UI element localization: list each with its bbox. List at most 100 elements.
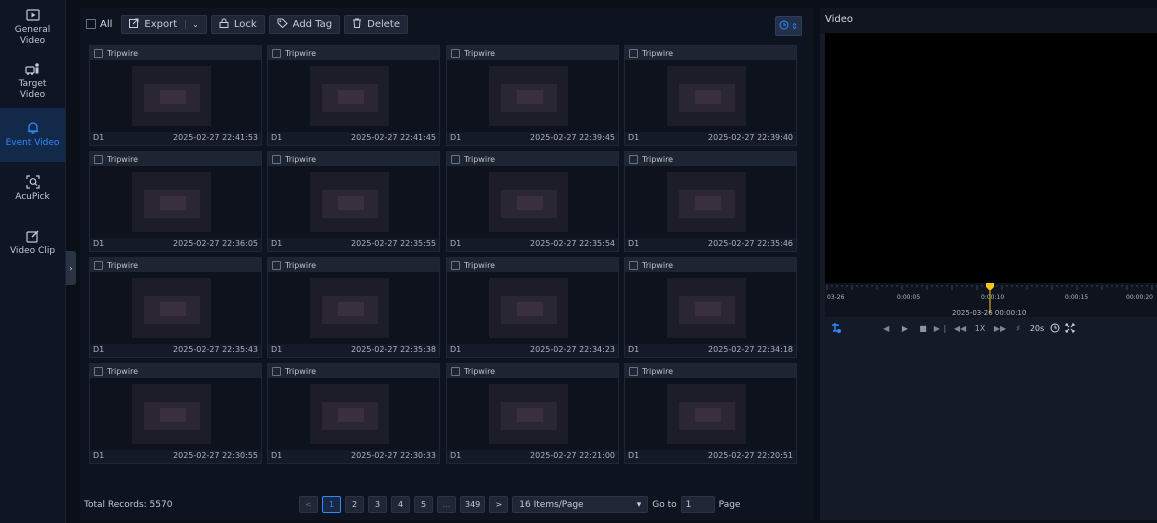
play-icon[interactable]: ▶: [896, 324, 914, 333]
event-thumbnail[interactable]: [447, 60, 618, 132]
event-card[interactable]: Tripwire D1 2025-02-27 22:34:18: [624, 257, 797, 358]
event-thumbnail[interactable]: [447, 378, 618, 450]
page-ellipsis[interactable]: ...: [437, 496, 456, 513]
chevron-down-icon[interactable]: ⌄: [185, 19, 199, 29]
event-thumbnail[interactable]: [447, 272, 618, 344]
event-thumbnail[interactable]: [447, 166, 618, 238]
next-page-button[interactable]: >: [489, 496, 509, 513]
event-thumbnail[interactable]: [625, 378, 796, 450]
event-tag: Tripwire: [285, 260, 317, 270]
card-checkbox[interactable]: [272, 154, 281, 164]
card-checkbox[interactable]: [94, 154, 103, 164]
sidebar-collapse-toggle[interactable]: ›: [66, 251, 76, 285]
event-card[interactable]: Tripwire D1 2025-02-27 22:35:46: [624, 151, 797, 252]
clock-settings-icon[interactable]: [1048, 323, 1062, 333]
event-card[interactable]: Tripwire D1 2025-02-27 22:36:05: [89, 151, 262, 252]
event-thumbnail[interactable]: [268, 272, 439, 344]
card-checkbox[interactable]: [629, 366, 638, 376]
nav-label: Video Clip: [9, 246, 56, 256]
event-card[interactable]: Tripwire D1 2025-02-27 22:30:33: [267, 363, 440, 464]
event-card[interactable]: Tripwire D1 2025-02-27 22:20:51: [624, 363, 797, 464]
event-thumbnail[interactable]: [90, 60, 261, 132]
step-forward-icon[interactable]: ▶ ❘: [932, 324, 950, 333]
card-checkbox[interactable]: [629, 48, 638, 58]
card-checkbox[interactable]: [94, 48, 103, 58]
nav-event-video[interactable]: Event Video: [0, 108, 65, 162]
event-card[interactable]: Tripwire D1 2025-02-27 22:39:45: [446, 45, 619, 146]
card-header: Tripwire: [268, 364, 439, 378]
nav-target-video[interactable]: Target Video: [0, 54, 65, 108]
video-viewport[interactable]: [825, 33, 1157, 283]
event-card[interactable]: Tripwire D1 2025-02-27 22:35:54: [446, 151, 619, 252]
page-button[interactable]: 4: [391, 496, 410, 513]
skip-back-icon[interactable]: ◀: [878, 324, 896, 333]
card-header: Tripwire: [268, 258, 439, 272]
card-footer: D1 2025-02-27 22:35:54: [447, 236, 618, 251]
event-timestamp: 2025-02-27 22:36:05: [173, 239, 258, 248]
page-button[interactable]: 5: [414, 496, 433, 513]
sort-by-time-button[interactable]: ⇕: [775, 16, 802, 36]
page-button[interactable]: 3: [368, 496, 387, 513]
card-checkbox[interactable]: [272, 366, 281, 376]
page-button[interactable]: 1: [322, 496, 341, 513]
export-button[interactable]: Export ⌄: [121, 14, 207, 34]
event-thumbnail[interactable]: [625, 60, 796, 132]
fullscreen-icon[interactable]: [1062, 323, 1078, 333]
fast-forward-icon[interactable]: ▶▶: [990, 324, 1010, 333]
select-all[interactable]: All: [86, 19, 112, 30]
event-card[interactable]: Tripwire D1 2025-02-27 22:35:43: [89, 257, 262, 358]
rewind-icon[interactable]: ◀◀: [950, 324, 970, 333]
page-button[interactable]: 349: [460, 496, 486, 513]
card-checkbox[interactable]: [94, 260, 103, 270]
play-square-icon: [25, 8, 41, 22]
card-checkbox[interactable]: [451, 366, 460, 376]
card-checkbox[interactable]: [94, 366, 103, 376]
event-card[interactable]: Tripwire D1 2025-02-27 22:34:23: [446, 257, 619, 358]
event-thumbnail[interactable]: [90, 272, 261, 344]
event-timestamp: 2025-02-27 22:35:55: [351, 239, 436, 248]
clip-add-icon[interactable]: [828, 322, 844, 334]
page-button[interactable]: 2: [345, 496, 364, 513]
event-thumbnail[interactable]: [90, 166, 261, 238]
event-card[interactable]: Tripwire D1 2025-02-27 22:39:40: [624, 45, 797, 146]
card-checkbox[interactable]: [272, 48, 281, 58]
select-all-checkbox[interactable]: [86, 19, 96, 29]
event-thumbnail[interactable]: [268, 166, 439, 238]
person-car-icon: [24, 62, 41, 76]
event-thumbnail[interactable]: [625, 272, 796, 344]
event-card[interactable]: Tripwire D1 2025-02-27 22:35:55: [267, 151, 440, 252]
timeline[interactable]: 03-26 0:00:05 0:00:10 0:00:15 00:00:20 2…: [825, 283, 1157, 317]
lock-button[interactable]: Lock: [210, 14, 265, 34]
nav-acupick[interactable]: AcuPick: [0, 162, 65, 216]
card-checkbox[interactable]: [272, 260, 281, 270]
items-per-page-select[interactable]: 16 Items/Page ▾: [512, 496, 649, 513]
card-checkbox[interactable]: [451, 260, 460, 270]
card-checkbox[interactable]: [629, 260, 638, 270]
event-thumbnail[interactable]: [268, 378, 439, 450]
event-thumbnail[interactable]: [268, 60, 439, 132]
card-footer: D1 2025-02-27 22:35:55: [268, 236, 439, 251]
event-thumbnail[interactable]: [90, 378, 261, 450]
nav-general-video[interactable]: General Video: [0, 0, 65, 54]
playhead-marker-icon[interactable]: [986, 283, 994, 313]
export-label: Export: [144, 18, 178, 30]
delete-button[interactable]: Delete: [344, 14, 408, 34]
event-card[interactable]: Tripwire D1 2025-02-27 22:30:55: [89, 363, 262, 464]
card-checkbox[interactable]: [451, 154, 460, 164]
event-card[interactable]: Tripwire D1 2025-02-27 22:35:38: [267, 257, 440, 358]
event-thumbnail[interactable]: [625, 166, 796, 238]
card-checkbox[interactable]: [629, 154, 638, 164]
event-card[interactable]: Tripwire D1 2025-02-27 22:21:00: [446, 363, 619, 464]
goto-page-input[interactable]: 1: [680, 496, 715, 513]
timeline-label: 00:00:20: [1126, 294, 1153, 301]
event-tag: Tripwire: [107, 48, 139, 58]
stop-icon[interactable]: ■: [914, 324, 932, 333]
add-tag-button[interactable]: Add Tag: [268, 14, 341, 34]
event-card[interactable]: Tripwire D1 2025-02-27 22:41:53: [89, 45, 262, 146]
prev-page-button[interactable]: <: [299, 496, 318, 513]
event-card[interactable]: Tripwire D1 2025-02-27 22:41:45: [267, 45, 440, 146]
card-checkbox[interactable]: [451, 48, 460, 58]
volume-icon[interactable]: ♯: [1010, 324, 1026, 333]
interval-value[interactable]: 20s: [1026, 324, 1048, 333]
nav-video-clip[interactable]: Video Clip: [0, 216, 65, 270]
